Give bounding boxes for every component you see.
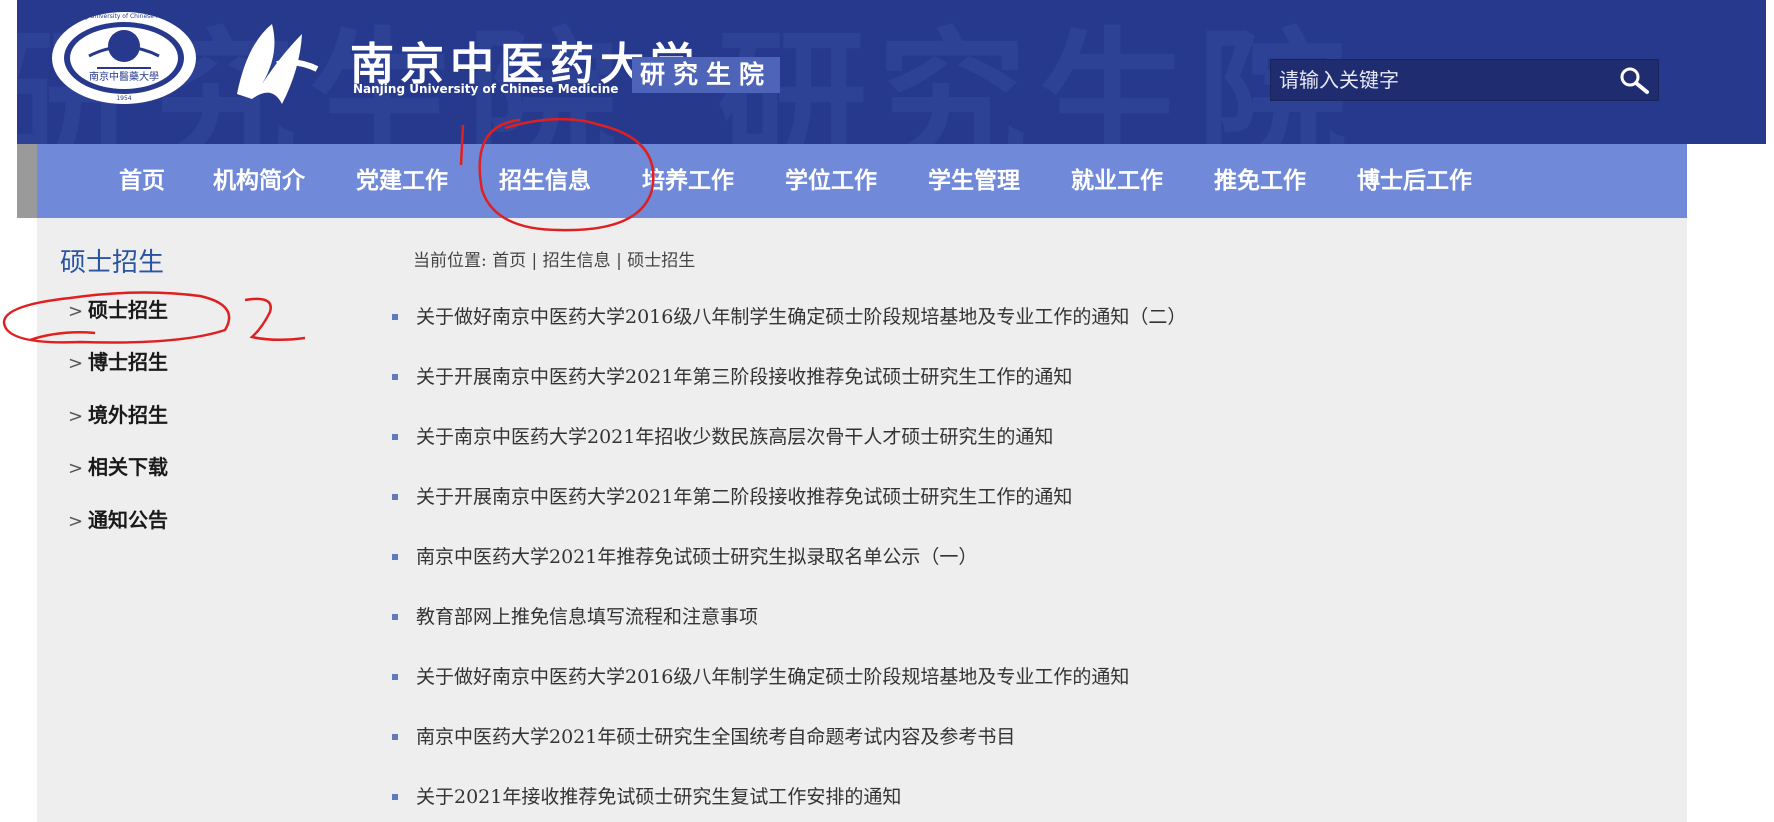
svg-text:Nanjing University of Chinese: Nanjing University of Chinese Medicine	[65, 13, 183, 20]
chevron-right-icon: >	[68, 406, 84, 427]
university-name-en: Nanjing University of Chinese Medicine	[353, 82, 619, 96]
calligraphy-logo-icon	[237, 24, 319, 104]
nav-item-recommend[interactable]: 推免工作	[1214, 144, 1306, 218]
news-title-link[interactable]: 南京中医药大学2021年硕士研究生全国统考自命题考试内容及参考书目	[416, 726, 1015, 748]
chevron-right-icon: >	[68, 458, 84, 479]
svg-text:1954: 1954	[116, 95, 131, 102]
news-title-link[interactable]: 南京中医药大学2021年推荐免试硕士研究生拟录取名单公示（一）	[416, 546, 977, 568]
news-title-link[interactable]: 教育部网上推免信息填写流程和注意事项	[416, 606, 758, 628]
bullet-icon	[392, 493, 398, 500]
list-item[interactable]: 关于做好南京中医药大学2016级八年制学生确定硕士阶段规培基地及专业工作的通知（…	[392, 302, 1186, 332]
search-box	[1270, 59, 1659, 101]
sidebar-item-overseas[interactable]: > 境外招生	[68, 400, 168, 430]
sidebar-item-masters[interactable]: > 硕士招生	[68, 295, 168, 325]
nav-item-degree[interactable]: 学位工作	[785, 144, 877, 218]
bullet-icon	[392, 373, 398, 380]
list-item[interactable]: 南京中医药大学2021年推荐免试硕士研究生拟录取名单公示（一）	[392, 542, 977, 572]
bullet-icon	[392, 793, 398, 800]
chevron-right-icon: >	[68, 353, 84, 374]
sidebar-item-label: 博士招生	[88, 350, 168, 374]
sidebar-item-label: 相关下载	[88, 455, 168, 479]
search-input[interactable]	[1271, 60, 1611, 100]
header-watermark: 研究生院	[717, 13, 1358, 144]
bullet-icon	[392, 673, 398, 680]
nav-item-students[interactable]: 学生管理	[928, 144, 1020, 218]
list-item[interactable]: 关于开展南京中医药大学2021年第二阶段接收推荐免试硕士研究生工作的通知	[392, 482, 1072, 512]
nav-item-about[interactable]: 机构简介	[213, 144, 305, 218]
list-item[interactable]: 关于南京中医药大学2021年招收少数民族高层次骨干人才硕士研究生的通知	[392, 422, 1053, 452]
department-name: 研究生院	[632, 57, 780, 93]
list-item[interactable]: 关于做好南京中医药大学2016级八年制学生确定硕士阶段规培基地及专业工作的通知	[392, 662, 1129, 692]
nav-item-party[interactable]: 党建工作	[356, 144, 448, 218]
chevron-right-icon: >	[68, 511, 84, 532]
search-icon[interactable]	[1618, 65, 1650, 95]
svg-text:南京中醫藥大學: 南京中醫藥大學	[89, 70, 159, 83]
chevron-right-icon: >	[68, 301, 84, 322]
sidebar-item-downloads[interactable]: > 相关下载	[68, 452, 168, 482]
sidebar-item-label: 通知公告	[88, 508, 168, 532]
nav-item-admissions[interactable]: 招生信息	[499, 144, 591, 218]
bullet-icon	[392, 433, 398, 440]
site-header: 研究生院 研究生院 南京中醫藥大學 1954 Nanjing Universit…	[17, 0, 1766, 144]
sidebar-item-notices[interactable]: > 通知公告	[68, 505, 168, 535]
list-item[interactable]: 南京中医药大学2021年硕士研究生全国统考自命题考试内容及参考书目	[392, 722, 1015, 752]
sidebar-title: 硕士招生	[60, 248, 165, 278]
bullet-icon	[392, 613, 398, 620]
university-emblem-icon[interactable]: 南京中醫藥大學 1954 Nanjing University of Chine…	[49, 8, 199, 108]
sidebar-item-doctoral[interactable]: > 博士招生	[68, 347, 168, 377]
bullet-icon	[392, 313, 398, 320]
news-title-link[interactable]: 关于2021年接收推荐免试硕士研究生复试工作安排的通知	[416, 786, 901, 808]
news-title-link[interactable]: 关于南京中医药大学2021年招收少数民族高层次骨干人才硕士研究生的通知	[416, 426, 1053, 448]
news-title-link[interactable]: 关于做好南京中医药大学2016级八年制学生确定硕士阶段规培基地及专业工作的通知（…	[416, 306, 1186, 328]
news-title-link[interactable]: 关于做好南京中医药大学2016级八年制学生确定硕士阶段规培基地及专业工作的通知	[416, 666, 1129, 688]
nav-item-postdoc[interactable]: 博士后工作	[1357, 144, 1472, 218]
sidebar-item-label: 硕士招生	[88, 298, 168, 322]
sidebar-item-label: 境外招生	[88, 403, 168, 427]
nav-item-training[interactable]: 培养工作	[642, 144, 734, 218]
nav-item-home[interactable]: 首页	[119, 144, 165, 218]
list-item[interactable]: 关于开展南京中医药大学2021年第三阶段接收推荐免试硕士研究生工作的通知	[392, 362, 1072, 392]
breadcrumb: 当前位置: 首页 | 招生信息 | 硕士招生	[413, 251, 696, 271]
bullet-icon	[392, 553, 398, 560]
list-item[interactable]: 教育部网上推免信息填写流程和注意事项	[392, 602, 758, 632]
bullet-icon	[392, 733, 398, 740]
main-nav: 首页 机构简介 党建工作 招生信息 培养工作 学位工作 学生管理 就业工作 推免…	[37, 144, 1687, 218]
nav-item-employment[interactable]: 就业工作	[1071, 144, 1163, 218]
list-item[interactable]: 关于2021年接收推荐免试硕士研究生复试工作安排的通知	[392, 782, 901, 812]
news-title-link[interactable]: 关于开展南京中医药大学2021年第三阶段接收推荐免试硕士研究生工作的通知	[416, 366, 1072, 388]
news-title-link[interactable]: 关于开展南京中医药大学2021年第二阶段接收推荐免试硕士研究生工作的通知	[416, 486, 1072, 508]
